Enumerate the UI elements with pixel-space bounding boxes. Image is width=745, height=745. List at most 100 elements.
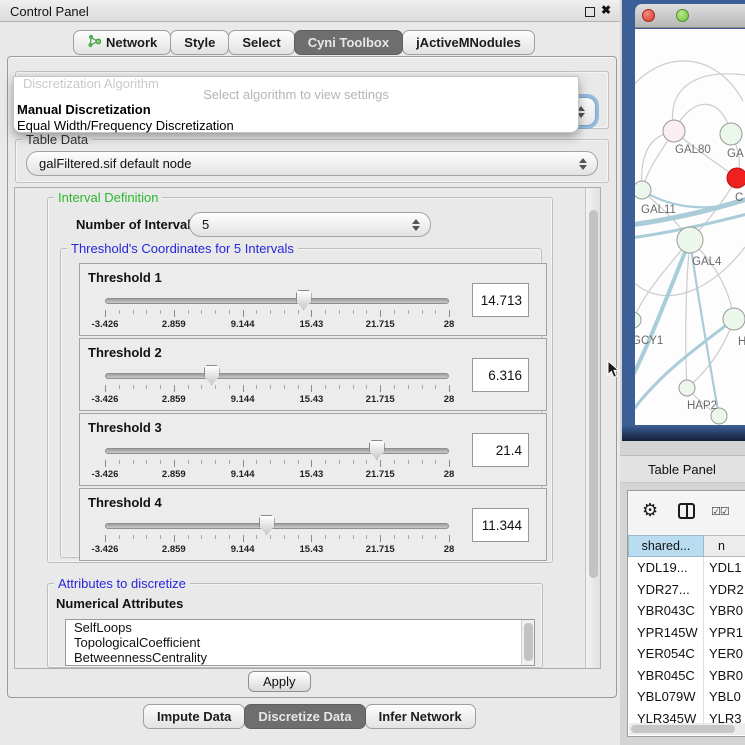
slider-track[interactable] bbox=[105, 373, 449, 379]
cell-name[interactable]: YPR1 bbox=[704, 622, 745, 644]
table-row[interactable]: YDL19...YDL1 bbox=[628, 557, 745, 579]
close-icon[interactable]: ✖ bbox=[601, 3, 611, 17]
zoom-traffic-light[interactable] bbox=[676, 9, 689, 22]
combo-arrows-icon bbox=[579, 158, 587, 170]
table-horizontal-scrollbar[interactable] bbox=[629, 723, 745, 735]
number-of-intervals-spinner[interactable]: 5 bbox=[189, 212, 431, 237]
cell-name[interactable]: YDL1 bbox=[704, 557, 745, 579]
cell-shared-name[interactable]: YBL079W bbox=[628, 686, 704, 708]
table-row[interactable]: YLR345WYLR3 bbox=[628, 708, 745, 724]
network-node[interactable] bbox=[677, 227, 703, 253]
tab-impute-data[interactable]: Impute Data bbox=[143, 704, 245, 729]
table-data-group: Table Data galFiltered.sif default node bbox=[15, 139, 609, 183]
cell-shared-name[interactable]: YBR045C bbox=[628, 665, 704, 687]
list-item[interactable]: SelfLoops bbox=[66, 620, 534, 635]
interval-definition-label: Interval Definition bbox=[54, 190, 162, 205]
cyni-toolbox-panel: Discretization Algorithm Select algorith… bbox=[7, 56, 617, 698]
threshold-value-field[interactable]: 14.713 bbox=[472, 283, 529, 317]
table-row[interactable]: YER054CYER0 bbox=[628, 643, 745, 665]
table-row[interactable]: YPR145WYPR1 bbox=[628, 622, 745, 644]
tab-infer-network[interactable]: Infer Network bbox=[365, 704, 476, 729]
popup-option-equal-width[interactable]: Equal Width/Frequency Discretization bbox=[17, 118, 234, 133]
slider-thumb[interactable] bbox=[296, 290, 312, 310]
cell-shared-name[interactable]: YDR27... bbox=[628, 579, 704, 601]
cell-name[interactable]: YLR3 bbox=[704, 708, 745, 724]
tab-jactivemnodules[interactable]: jActiveMNodules bbox=[402, 30, 535, 55]
list-item[interactable]: TopologicalCoefficient bbox=[66, 635, 534, 650]
threshold-value-field[interactable]: 6.316 bbox=[472, 358, 529, 392]
slider-thumb[interactable] bbox=[259, 515, 275, 535]
network-node[interactable] bbox=[679, 380, 695, 396]
cell-shared-name[interactable]: YLR345W bbox=[628, 708, 704, 724]
slider-tick-labels: -3.4262.8599.14415.4321.71528 bbox=[105, 394, 449, 406]
slider-tick-labels: -3.4262.8599.14415.4321.71528 bbox=[105, 469, 449, 481]
threshold-panel: Threshold 2 -3.4262.8599.14415.4321.71528… bbox=[79, 338, 547, 411]
spinner-arrows-icon bbox=[412, 219, 420, 231]
tab-network[interactable]: Network bbox=[73, 30, 171, 55]
attributes-listbox[interactable]: SelfLoopsTopologicalCoefficientBetweenne… bbox=[65, 619, 535, 666]
settings-vertical-scrollbar[interactable] bbox=[585, 188, 600, 668]
cell-name[interactable]: YBR0 bbox=[704, 600, 745, 622]
table-row[interactable]: YBL079WYBL0 bbox=[628, 686, 745, 708]
checkboxes-icon[interactable]: ☑☑ bbox=[711, 505, 729, 518]
table-panel-title: Table Panel bbox=[648, 462, 716, 477]
minimize-traffic-light[interactable] bbox=[659, 9, 672, 22]
apply-button[interactable]: Apply bbox=[248, 671, 311, 692]
tab-label: Select bbox=[242, 35, 280, 50]
threshold-value-field[interactable]: 11.344 bbox=[472, 508, 529, 542]
slider-track[interactable] bbox=[105, 448, 449, 454]
threshold-label: Threshold 2 bbox=[88, 345, 162, 360]
popup-option-manual[interactable]: Manual Discretization bbox=[17, 102, 151, 117]
cell-name[interactable]: YBR0 bbox=[704, 665, 745, 687]
slider-thumb[interactable] bbox=[204, 365, 220, 385]
column-header-name[interactable]: n bbox=[704, 535, 745, 557]
thresholds-group: Threshold's Coordinates for 5 Intervals … bbox=[60, 248, 542, 558]
popup-header: Select algorithm to view settings bbox=[14, 87, 578, 102]
network-node[interactable] bbox=[727, 168, 745, 188]
tab-select[interactable]: Select bbox=[228, 30, 294, 55]
float-window-icon[interactable] bbox=[585, 7, 595, 17]
network-node[interactable] bbox=[723, 308, 745, 330]
close-traffic-light[interactable] bbox=[642, 9, 655, 22]
table-panel-titlebar: Table Panel bbox=[620, 455, 745, 483]
scrollbar-thumb[interactable] bbox=[524, 623, 533, 661]
slider-track[interactable] bbox=[105, 298, 449, 304]
cell-shared-name[interactable]: YER054C bbox=[628, 643, 704, 665]
list-item[interactable]: BetweennessCentrality bbox=[66, 650, 534, 665]
gear-icon[interactable]: ⚙ bbox=[642, 500, 658, 521]
table-data-value: galFiltered.sif default node bbox=[39, 156, 191, 171]
network-window-titlebar[interactable] bbox=[635, 4, 745, 28]
tab-style[interactable]: Style bbox=[170, 30, 229, 55]
network-view-window[interactable]: GAL80GACGAL11GAL4GCY1HHAP2 bbox=[622, 0, 745, 441]
threshold-value-field[interactable]: 21.4 bbox=[472, 433, 529, 467]
slider-ticks bbox=[105, 460, 449, 468]
slider-tick-labels: -3.4262.8599.14415.4321.71528 bbox=[105, 544, 449, 556]
scrollbar-thumb[interactable] bbox=[589, 210, 598, 578]
slider-track[interactable] bbox=[105, 523, 449, 529]
table-row[interactable]: YDR27...YDR2 bbox=[628, 579, 745, 601]
network-canvas[interactable]: GAL80GACGAL11GAL4GCY1HHAP2 bbox=[635, 29, 745, 426]
cell-name[interactable]: YDR2 bbox=[704, 579, 745, 601]
network-node[interactable] bbox=[635, 181, 651, 199]
column-header-shared[interactable]: shared... bbox=[628, 535, 704, 557]
list-scrollbar[interactable] bbox=[521, 620, 534, 665]
table-data-combobox[interactable]: galFiltered.sif default node bbox=[26, 151, 598, 176]
slider-thumb[interactable] bbox=[369, 440, 385, 460]
table-row[interactable]: YBR043CYBR0 bbox=[628, 600, 745, 622]
network-node[interactable] bbox=[663, 120, 685, 142]
interval-definition-group: Interval Definition Number of Intervals … bbox=[47, 197, 553, 563]
panel-title: Control Panel bbox=[10, 4, 89, 19]
scrollbar-thumb[interactable] bbox=[631, 725, 735, 733]
cell-shared-name[interactable]: YPR145W bbox=[628, 622, 704, 644]
network-node[interactable] bbox=[720, 123, 742, 145]
cell-shared-name[interactable]: YDL19... bbox=[628, 557, 704, 579]
table-rows[interactable]: YDL19...YDL1YDR27...YDR2YBR043CYBR0YPR14… bbox=[628, 557, 745, 723]
table-row[interactable]: YBR045CYBR0 bbox=[628, 665, 745, 687]
columns-icon[interactable] bbox=[678, 503, 695, 519]
cell-shared-name[interactable]: YBR043C bbox=[628, 600, 704, 622]
tab-discretize-data[interactable]: Discretize Data bbox=[244, 704, 365, 729]
cell-name[interactable]: YER0 bbox=[704, 643, 745, 665]
tab-cyni-toolbox[interactable]: Cyni Toolbox bbox=[294, 30, 403, 55]
network-node[interactable] bbox=[635, 312, 641, 328]
cell-name[interactable]: YBL0 bbox=[704, 686, 745, 708]
